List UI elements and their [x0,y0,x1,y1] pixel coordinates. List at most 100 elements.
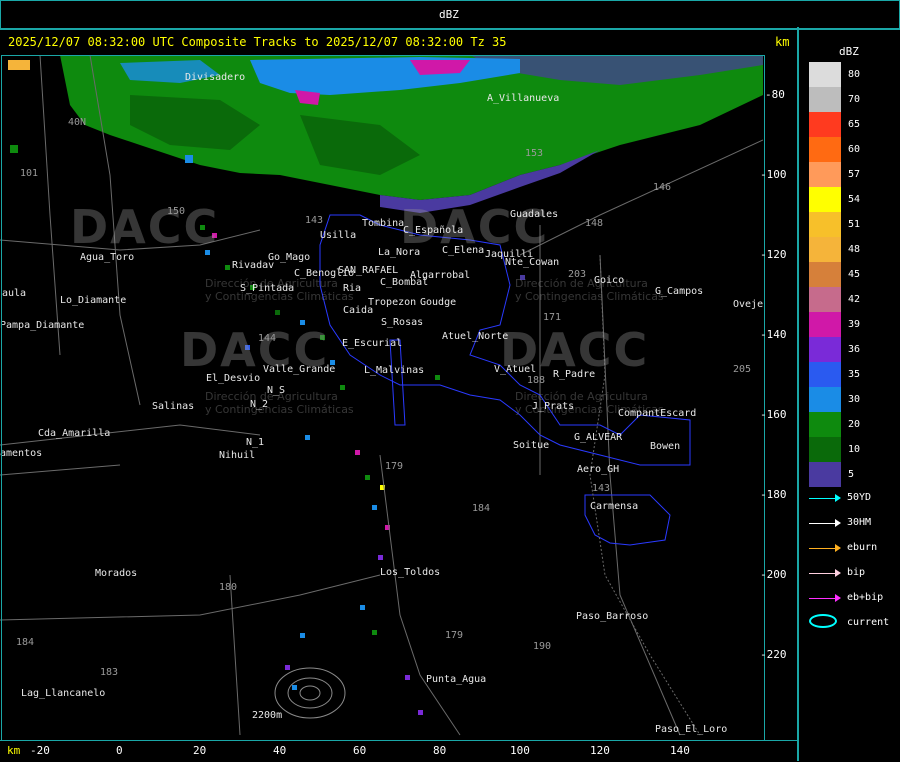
x-tick: 40 [273,744,287,757]
legend-swatch-label: 60 [848,144,861,155]
watermark-sub-2: Dirección de Agricultura y Contingencias… [515,277,664,303]
legend-swatch-label: 42 [848,294,861,305]
place-label: J_Prats [532,401,575,412]
place-label: Go_Mago [268,252,311,263]
road-number: 171 [543,312,562,323]
y-tick: -140 [760,328,787,341]
road-number: 153 [525,148,544,159]
place-label: Punta_Agua [426,674,487,685]
place-label: amentos [0,448,43,459]
legend-swatch [809,112,841,137]
x-tick: -20 [30,744,50,757]
legend-swatch [809,212,841,237]
legend-swatch [809,362,841,387]
legend-swatch-label: 45 [848,269,861,280]
legend-swatch-label: 57 [848,169,861,180]
legend-swatch [809,87,841,112]
place-label: Tropezon [368,297,417,308]
legend-swatch-label: 54 [848,194,861,205]
header-timestamp: 2025/12/07 08:32:00 UTC Composite Tracks… [8,35,507,49]
watermark-1: DACC [70,200,220,254]
place-label: Valle_Grande [263,364,336,375]
y-tick: -180 [760,488,787,501]
road-number: 180 [219,582,238,593]
place-label: Tombina [362,218,405,229]
legend-swatch-label: 51 [848,219,861,230]
place-label: Nte_Cowan [505,257,560,268]
place-label: Nihuil [219,450,256,461]
place-label: R_Padre [553,369,596,380]
legend-swatch [809,287,841,312]
legend-track-label: 30HM [847,517,872,528]
place-label: Carmensa [590,501,639,512]
place-label: Paso_Barroso [576,611,649,622]
place-label: Cda_Amarilla [38,428,111,439]
place-label: N_S [267,385,286,396]
x-axis: km -20 0 20 40 60 80 100 120 140 [0,740,797,762]
road-number: 150 [167,206,186,217]
x-tick: 60 [353,744,367,757]
place-label: Morados [95,568,138,579]
legend-swatch-label: 48 [848,244,861,255]
legend-swatch [809,237,841,262]
road-number: 143 [592,483,611,494]
road-number: 179 [445,630,464,641]
legend-swatch-label: 10 [848,444,861,455]
road-number: 144 [258,333,277,344]
road-number: 203 [568,269,587,280]
place-label: Agua_Toro [80,252,135,263]
legend-panel: dBZ 80 70 65 60 57 54 51 48 45 42 39 36 35 30 20 10 5 50… [799,27,900,761]
legend-track-label: eburn [847,542,878,553]
x-tick: 100 [510,744,530,757]
place-label: Soitue [513,440,550,451]
legend-swatch [809,262,841,287]
legend-swatch-label: 70 [848,94,861,105]
legend-swatch [809,462,841,487]
road-number: 40N [68,117,87,128]
track-arrow-icon [809,494,841,502]
volcano-contours [274,667,346,719]
place-label: Los_Toldos [380,567,441,578]
legend-title: dBZ [839,45,859,58]
place-label: Divisadero [185,72,246,83]
place-label: SAN_RAFAEL [338,265,399,276]
place-label: El_Desvio [206,373,261,384]
legend-track-label: eb+bip [847,592,884,603]
place-label: aula [2,288,27,299]
place-label: Lag_Llancanelo [21,688,106,699]
legend-swatch [809,437,841,462]
x-tick: 120 [590,744,610,757]
road-number: 146 [653,182,672,193]
y-tick: -80 [765,88,785,101]
place-label: N_1 [246,437,265,448]
x-tick: 20 [193,744,207,757]
legend-swatch-label: 36 [848,344,861,355]
place-label: La_Nora [378,247,421,258]
place-label: V_Atuel [494,364,537,375]
road-number: 184 [16,637,35,648]
legend-track-label: 50YD [847,492,872,503]
legend-swatch [809,162,841,187]
road-number: 101 [20,168,39,179]
track-arrow-icon [809,594,841,602]
place-label: C_Bombal [380,277,429,288]
place-label: Guadales [510,209,559,220]
x-tick: 140 [670,744,690,757]
legend-swatch [809,62,841,87]
legend-swatch-label: 39 [848,319,861,330]
x-tick: 0 [116,744,123,757]
radar-map[interactable]: DACC DACC DACC DACC Dirección de Agricul… [0,55,763,740]
place-label: Pampa_Diamante [0,320,85,331]
place-label: S_Rosas [381,317,424,328]
place-label: CompantEscard [618,408,697,419]
x-tick: 80 [433,744,447,757]
place-label: Caida [343,305,374,316]
place-label: S_Pintada [240,283,295,294]
road-number: 205 [733,364,752,375]
legend-swatch [809,312,841,337]
road-number: 148 [585,218,604,229]
place-label: Atuel_Norte [442,331,509,342]
road-number: 184 [472,503,491,514]
place-label: Bowen [650,441,681,452]
legend-track-label: bip [847,567,866,578]
